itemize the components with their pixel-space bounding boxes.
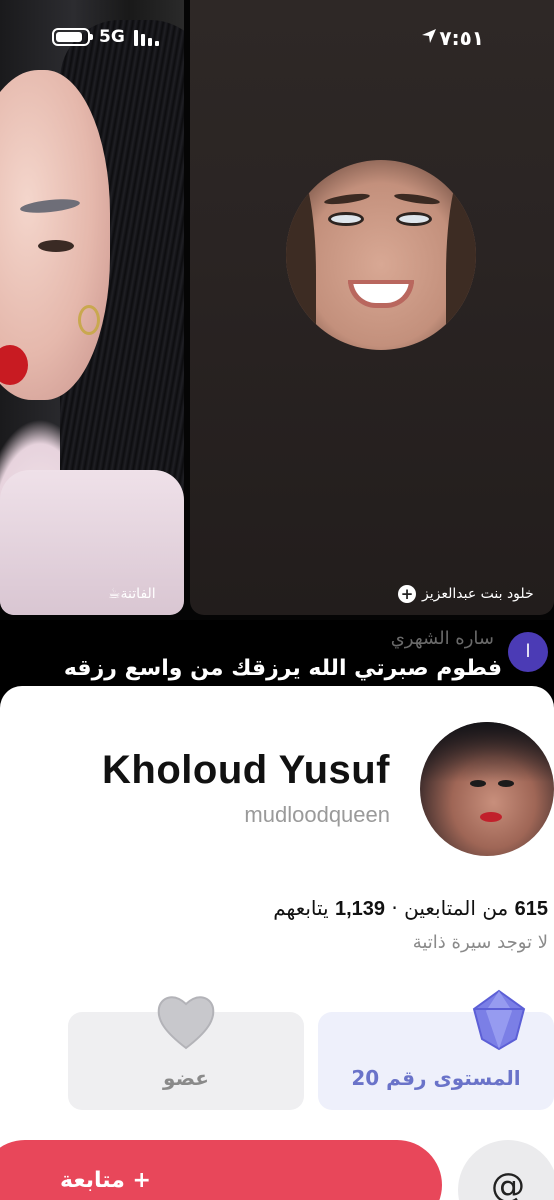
level-label: المستوى رقم 20 bbox=[351, 1066, 521, 1090]
member-card[interactable]: عضو bbox=[68, 996, 304, 1110]
profile-avatar-eye-right bbox=[498, 780, 514, 787]
member-label: عضو bbox=[163, 1066, 209, 1090]
add-icon[interactable]: + bbox=[398, 585, 416, 603]
at-icon: @ bbox=[491, 1166, 525, 1200]
clock: ٧:٥١ bbox=[439, 26, 484, 50]
diamond-level-icon bbox=[472, 989, 526, 1051]
follow-button[interactable]: + متابعة bbox=[0, 1140, 442, 1200]
chat-sender-name: ساره الشهري bbox=[390, 628, 494, 649]
profile-handle: mudloodqueen bbox=[244, 802, 390, 827]
avatar-brow-left bbox=[323, 191, 371, 207]
mention-button[interactable]: @ bbox=[458, 1140, 554, 1200]
host-name: خلود بنت عبدالعزيز bbox=[422, 586, 534, 602]
follow-stats: 615 من المتابعين · 1,139 يتابعهم bbox=[273, 896, 548, 921]
heart-icon bbox=[157, 996, 215, 1050]
battery-icon bbox=[52, 28, 93, 46]
level-card[interactable]: المستوى رقم 20 bbox=[318, 989, 554, 1110]
following-count[interactable]: 1,139 bbox=[335, 898, 385, 920]
guest-video-left[interactable]: الفاتنة☕ bbox=[0, 0, 184, 615]
avatar-eye-right bbox=[396, 212, 432, 226]
avatar-hair-right bbox=[446, 160, 476, 350]
avatar-eye-left bbox=[328, 212, 364, 226]
stats-separator: · bbox=[391, 896, 398, 920]
live-video-area: الفاتنة☕ خلود بنت عبدالعزيز + 5G ٧:٥١ ا … bbox=[0, 0, 554, 690]
profile-sheet: Kholoud Yusuf mudloodqueen 615 من المتاب… bbox=[0, 686, 554, 1200]
host-label[interactable]: خلود بنت عبدالعزيز + bbox=[388, 581, 544, 607]
follow-button-label: + متابعة bbox=[60, 1168, 151, 1193]
guest-name-left: الفاتنة☕ bbox=[108, 586, 156, 602]
host-video-right[interactable]: خلود بنت عبدالعزيز + bbox=[190, 0, 554, 615]
profile-avatar-eye-left bbox=[470, 780, 486, 787]
video-eye bbox=[38, 240, 74, 252]
profile-bio: لا توجد سيرة ذاتية bbox=[412, 932, 548, 953]
followers-count[interactable]: 615 bbox=[515, 898, 548, 920]
profile-name: Kholoud Yusuf bbox=[102, 748, 390, 792]
profile-avatar-hair bbox=[420, 722, 554, 782]
location-arrow-icon bbox=[422, 29, 436, 43]
followers-label: من المتابعين bbox=[404, 896, 509, 920]
video-earring bbox=[78, 305, 100, 335]
network-type: 5G bbox=[99, 27, 125, 47]
profile-avatar-lips bbox=[480, 812, 502, 822]
guest-label-left[interactable]: الفاتنة☕ bbox=[98, 581, 166, 607]
status-bar: 5G ٧:٥١ bbox=[0, 0, 554, 76]
chat-message: ا ساره الشهري فطوم صبرتي الله يرزقك من و… bbox=[0, 620, 554, 690]
chat-message-text: فطوم صبرتي الله يرزقك من واسع رزقه bbox=[63, 656, 502, 681]
host-avatar bbox=[286, 160, 476, 350]
profile-avatar[interactable] bbox=[420, 722, 554, 856]
avatar-brow-right bbox=[393, 191, 441, 207]
avatar-mouth bbox=[348, 280, 414, 308]
signal-icon bbox=[134, 30, 162, 46]
following-label: يتابعهم bbox=[273, 896, 329, 920]
avatar-hair-left bbox=[286, 160, 316, 350]
chat-avatar[interactable]: ا bbox=[508, 632, 548, 672]
